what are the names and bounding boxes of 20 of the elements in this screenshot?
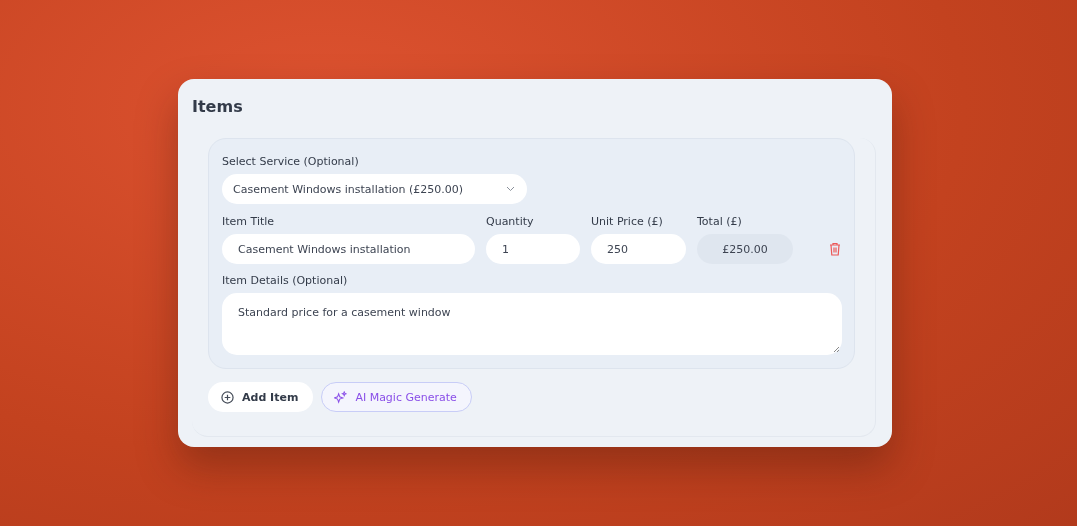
resize-handle-icon[interactable] [832, 345, 840, 353]
sparkles-icon [334, 390, 348, 404]
input-field[interactable]: 1 [486, 234, 580, 264]
field-label: Select Service (Optional) [222, 155, 359, 168]
input-field[interactable]: Casement Windows installation [222, 234, 475, 264]
field-label: Item Details (Optional) [222, 274, 348, 287]
field-label: Quantity [486, 215, 534, 228]
chevron-down-icon[interactable] [506, 186, 515, 192]
trash-icon[interactable] [829, 242, 841, 256]
total-field: £250.00 [697, 234, 793, 264]
field-label: Unit Price (£) [591, 215, 663, 228]
service-dropdown[interactable]: Casement Windows installation (£250.00) [222, 174, 527, 204]
section-title: Items [191, 97, 244, 116]
input-field[interactable]: 250 [591, 234, 686, 264]
plus-circle-icon [221, 390, 234, 404]
field-label: Item Title [222, 215, 275, 228]
generate-button[interactable]: AI Magic Generate [321, 382, 472, 412]
details-field[interactable]: Standard price for a casement window [222, 293, 842, 355]
field-label: Total (£) [697, 215, 742, 228]
add-button[interactable]: Add Item [208, 382, 314, 412]
